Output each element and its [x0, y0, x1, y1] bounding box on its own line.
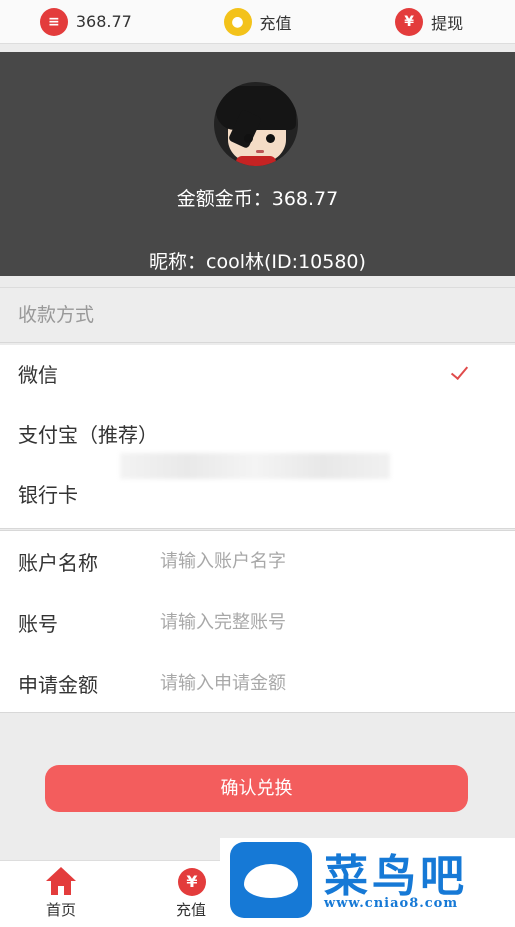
account-number-row: 账号	[0, 592, 515, 652]
gold-balance: 金额金币：368.77	[176, 188, 339, 210]
account-name-input[interactable]	[160, 550, 480, 572]
watermark: 菜鸟吧 www.cniao8.com	[220, 838, 515, 922]
payment-option-label: 银行卡	[18, 483, 78, 507]
profile-header: 金额金币：368.77 昵称：cool林(ID:10580)	[0, 52, 515, 276]
withdraw-item[interactable]: ¥ 提现	[343, 0, 515, 43]
home-icon	[44, 867, 78, 897]
nickname: 昵称：cool林(ID:10580)	[149, 251, 366, 273]
checkmark-icon	[451, 363, 473, 377]
payment-option-label: 微信	[18, 363, 58, 387]
balance-item[interactable]: ≡ 368.77	[0, 0, 172, 43]
payment-option-wechat[interactable]: 微信	[0, 345, 515, 405]
payment-section-title: 收款方式	[0, 287, 515, 343]
yen-circle-icon: ¥	[174, 867, 208, 897]
nav-home-label: 首页	[45, 901, 76, 919]
withdraw-form: 账户名称 账号 申请金额	[0, 530, 515, 713]
account-name-label: 账户名称	[18, 550, 98, 575]
amount-row: 申请金额	[0, 653, 515, 713]
top-balance: 368.77	[75, 12, 132, 31]
coins-icon: ≡	[39, 7, 68, 36]
account-name-row: 账户名称	[0, 531, 515, 591]
nav-recharge-label: 充值	[175, 901, 206, 919]
avatar[interactable]	[214, 82, 298, 166]
bird-logo-icon	[230, 842, 312, 918]
recharge-label: 充值	[259, 13, 292, 33]
account-number-label: 账号	[18, 611, 58, 636]
nav-recharge[interactable]: ¥ 充值	[151, 867, 231, 920]
yen-icon: ¥	[395, 7, 424, 36]
watermark-brand: 菜鸟吧	[324, 851, 468, 902]
confirm-exchange-button[interactable]: 确认兑换	[45, 765, 468, 812]
account-number-input[interactable]	[160, 611, 480, 633]
money-bag-icon: ●	[223, 7, 252, 36]
amount-input[interactable]	[160, 672, 480, 694]
top-bar: ≡ 368.77 ● 充值 ¥ 提现	[0, 0, 515, 44]
recharge-item[interactable]: ● 充值	[172, 0, 344, 43]
payment-option-bank-card[interactable]: 银行卡	[0, 465, 515, 525]
withdraw-label: 提现	[431, 13, 464, 33]
watermark-url: www.cniao8.com	[324, 896, 459, 911]
payment-methods: 微信 支付宝（推荐） 银行卡	[0, 345, 515, 529]
amount-label: 申请金额	[18, 672, 98, 697]
nav-home[interactable]: 首页	[21, 867, 101, 920]
payment-option-label: 支付宝（推荐）	[18, 423, 158, 447]
